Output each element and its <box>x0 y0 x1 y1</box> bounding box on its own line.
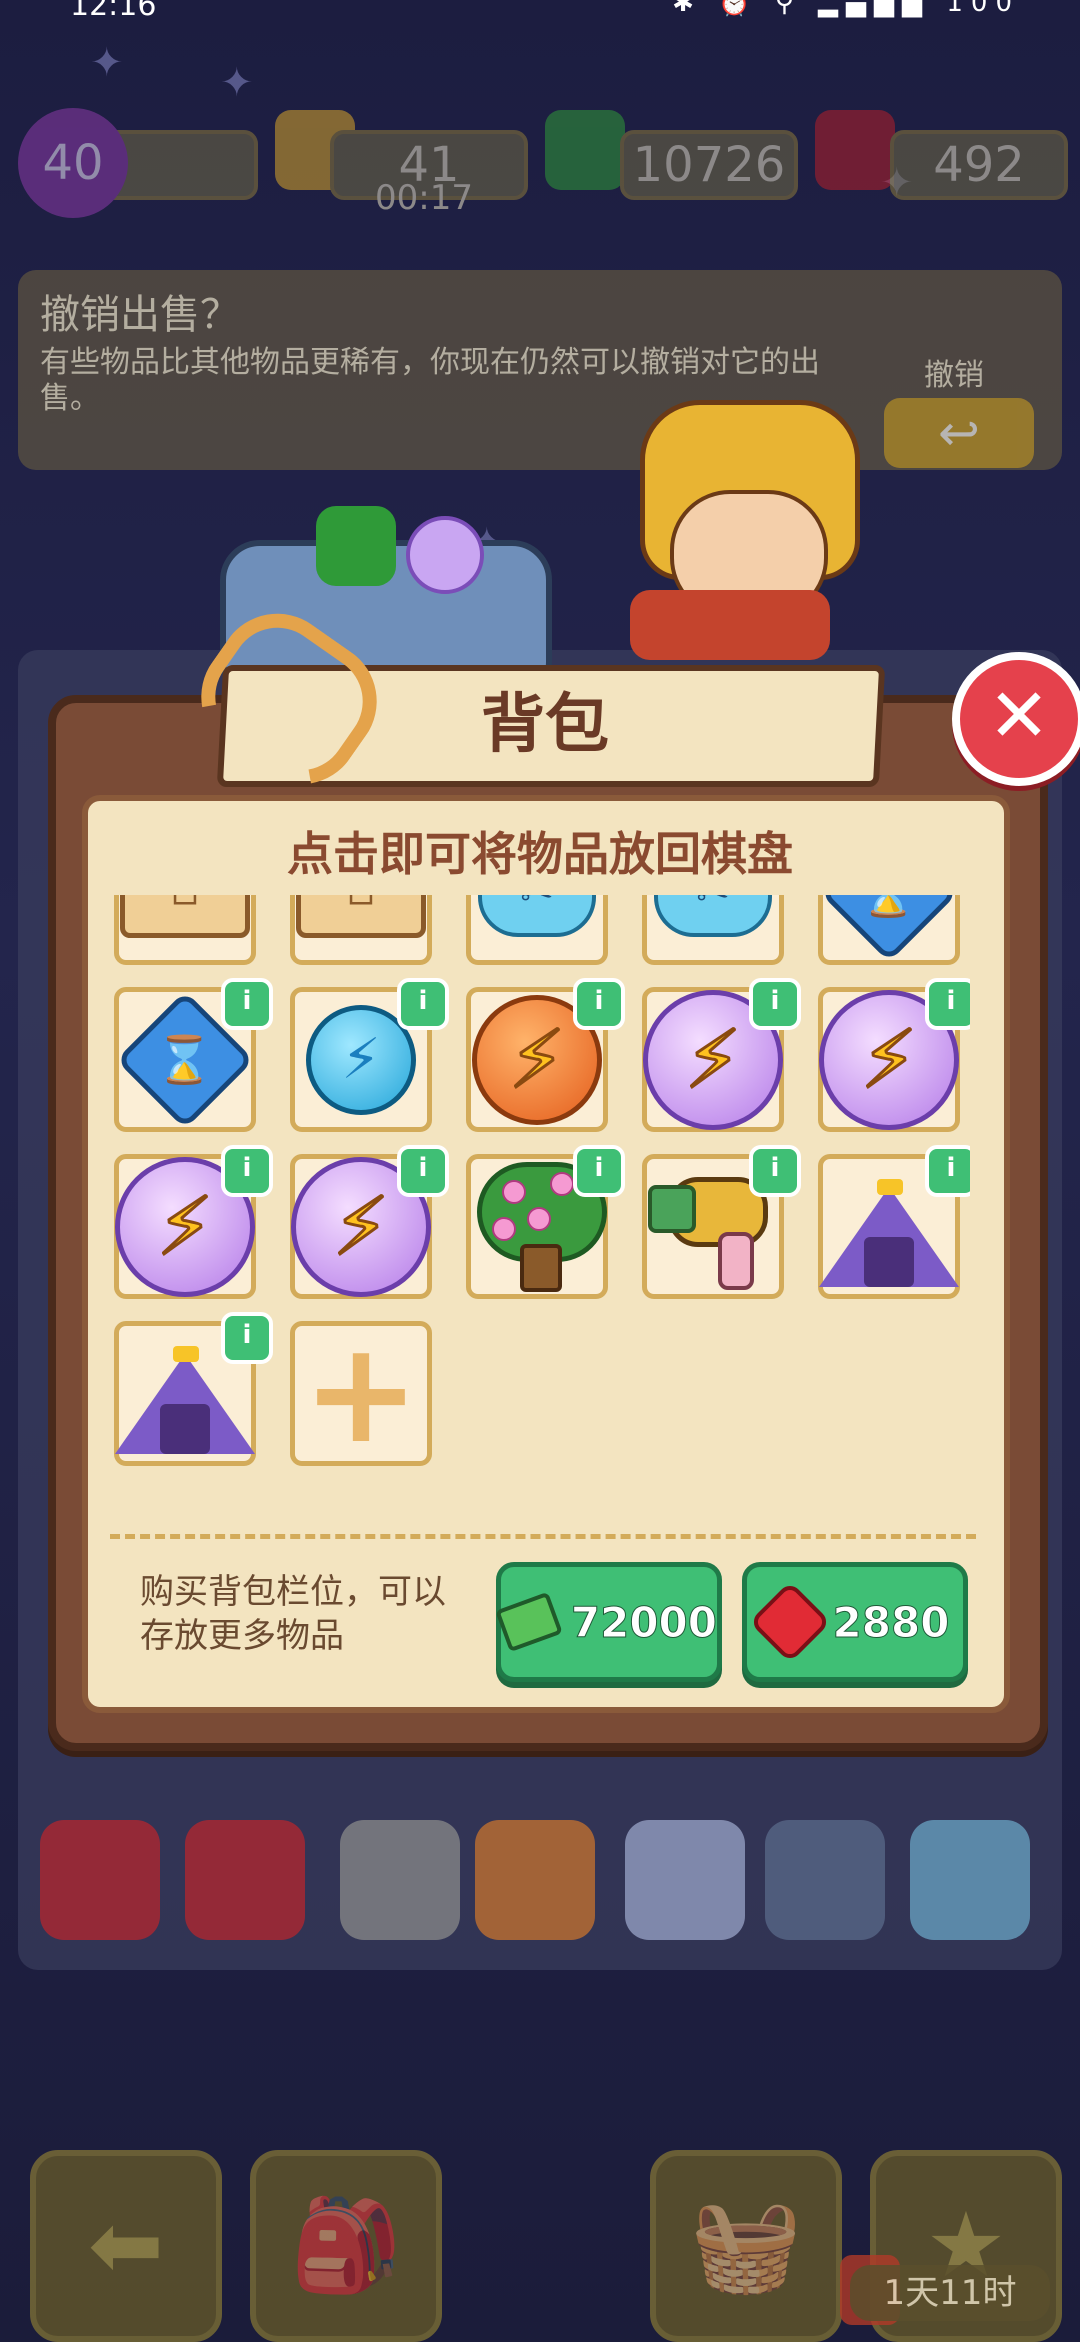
info-icon[interactable]: i <box>925 1145 970 1197</box>
event-timer: 1天11时 <box>850 2265 1050 2321</box>
backpack-slot[interactable]: i <box>466 1145 625 1299</box>
buy-with-gems-button[interactable]: 2880 <box>742 1562 968 1682</box>
board-item-pyramid <box>910 1820 1030 1940</box>
lightning-bolt-icon: ⚡ <box>331 1179 390 1275</box>
status-bar: 12:16 ✱ ⏰ ⚲ ▂▄▆█ 100 <box>0 0 1080 28</box>
energy-orb-icon <box>406 516 484 594</box>
ruby-icon <box>748 1580 831 1664</box>
cash-counter[interactable]: 10726 <box>620 130 798 200</box>
cash-icon <box>495 1591 563 1653</box>
board-item-hammer <box>340 1820 460 1940</box>
storage-box-icon: ⊟ <box>120 895 250 938</box>
board-item-tv <box>475 1820 595 1940</box>
backpack-slot[interactable]: ⌛ <box>818 895 960 965</box>
buy-cash-price: 72000 <box>570 1597 717 1647</box>
level-badge: 40 <box>18 108 128 218</box>
backpack-slot[interactable]: ⚡ i <box>290 978 449 1132</box>
backpack-slot[interactable]: ✂ <box>466 895 608 965</box>
lightning-bolt-icon: ⚡ <box>683 1012 742 1108</box>
info-icon[interactable]: i <box>925 978 970 1030</box>
backpack-slot[interactable]: ⚡ i <box>818 978 970 1132</box>
undo-sale-title: 撤销出售？ <box>40 292 240 338</box>
board-item-glove <box>185 1820 305 1940</box>
backpack-slot[interactable]: ⌛ i <box>114 978 273 1132</box>
info-icon[interactable]: i <box>221 1312 273 1364</box>
hourglass-diamond-icon: ⌛ <box>819 895 959 962</box>
backpack-slot[interactable]: i <box>642 1145 801 1299</box>
status-icons: ✱ ⏰ ⚲ ▂▄▆█ 100 <box>672 0 1020 18</box>
backpack-hint: 点击即可将物品放回棋盘 <box>287 827 793 881</box>
gem-icon <box>815 110 895 190</box>
info-icon[interactable]: i <box>573 978 625 1030</box>
scissors-cloud-icon: ✂ <box>478 895 596 937</box>
scissors-cloud-icon: ✂ <box>654 895 772 937</box>
buy-gem-price: 2880 <box>832 1597 950 1647</box>
energy-timer: 00:17 <box>375 178 473 218</box>
basket-button[interactable]: 🧺 <box>650 2150 842 2342</box>
info-icon[interactable]: i <box>749 1145 801 1197</box>
lightning-bolt-icon: ⚡ <box>859 1012 918 1108</box>
info-icon[interactable]: i <box>749 978 801 1030</box>
info-icon[interactable]: i <box>573 1145 625 1197</box>
board-item-glove <box>40 1820 160 1940</box>
buy-slots-description: 购买背包栏位，可以存放更多物品 <box>140 1572 446 1656</box>
body-shape <box>630 590 830 660</box>
backpack-slot[interactable]: i <box>114 1312 273 1466</box>
backpack-slot[interactable]: ⚡ i <box>290 1145 449 1299</box>
gem-counter[interactable]: 492 <box>890 130 1068 200</box>
divider <box>110 1534 976 1539</box>
backpack-slot[interactable]: i <box>818 1145 970 1299</box>
plus-icon: + <box>302 1311 420 1475</box>
backpack-slot[interactable]: ⚡ i <box>114 1145 273 1299</box>
star-decoration: ✦ <box>220 60 254 106</box>
info-icon[interactable]: i <box>221 1145 273 1197</box>
board-item-jeep <box>765 1820 885 1940</box>
add-slot-button[interactable]: + <box>290 1321 432 1466</box>
star-decoration: ✦ <box>90 40 124 86</box>
buy-with-cash-button[interactable]: 72000 <box>495 1562 722 1682</box>
storage-box-icon: ⊟ <box>296 895 426 938</box>
undo-button[interactable]: ↩ <box>884 398 1034 468</box>
lightning-bolt-icon: ⚡ <box>507 1012 566 1108</box>
character-illustration <box>630 400 860 660</box>
cactus-icon <box>316 506 396 586</box>
resource-bar: 40 41 00:17 10726 492 <box>0 108 1080 230</box>
board-item-snowglobe <box>625 1820 745 1940</box>
backpack-slot[interactable]: ⚡ i <box>466 978 625 1132</box>
info-icon[interactable]: i <box>397 978 449 1030</box>
backpack-slot[interactable]: ✂ <box>642 895 784 965</box>
info-icon[interactable]: i <box>397 1145 449 1197</box>
backpack-slot[interactable]: ⊟ <box>290 895 432 965</box>
lightning-bolt-icon: ⚡ <box>155 1179 214 1275</box>
undo-label: 撤销 <box>924 358 984 393</box>
backpack-grid: ⊟⊟✂✂⌛⌛i⚡i⚡i⚡i⚡i⚡i⚡iiiii+ <box>110 895 970 1515</box>
backpack-slot[interactable]: ⚡ i <box>642 978 801 1132</box>
lightning-bolt-icon: ⚡ <box>341 1027 381 1092</box>
info-icon[interactable]: i <box>221 978 273 1030</box>
backpack-button[interactable]: 🎒 <box>250 2150 442 2342</box>
cash-icon <box>545 110 625 190</box>
back-button[interactable]: ⬅ <box>30 2150 222 2342</box>
close-button[interactable]: ✕ <box>952 652 1080 786</box>
status-time: 12:16 <box>70 0 157 23</box>
backpack-slot[interactable]: ⊟ <box>114 895 256 965</box>
